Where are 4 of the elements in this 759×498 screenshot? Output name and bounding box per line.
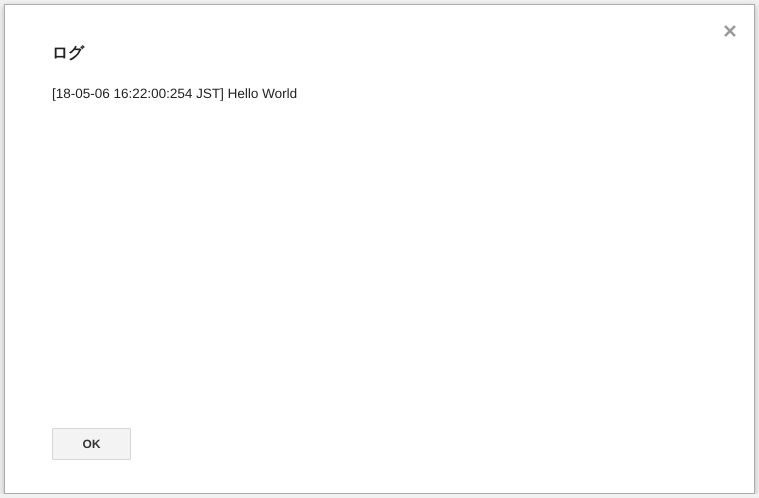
close-icon[interactable] — [723, 24, 737, 38]
dialog-title: ログ — [52, 44, 86, 64]
ok-button[interactable]: OK — [52, 428, 131, 460]
log-line: [18-05-06 16:22:00:254 JST] Hello World — [52, 85, 298, 103]
